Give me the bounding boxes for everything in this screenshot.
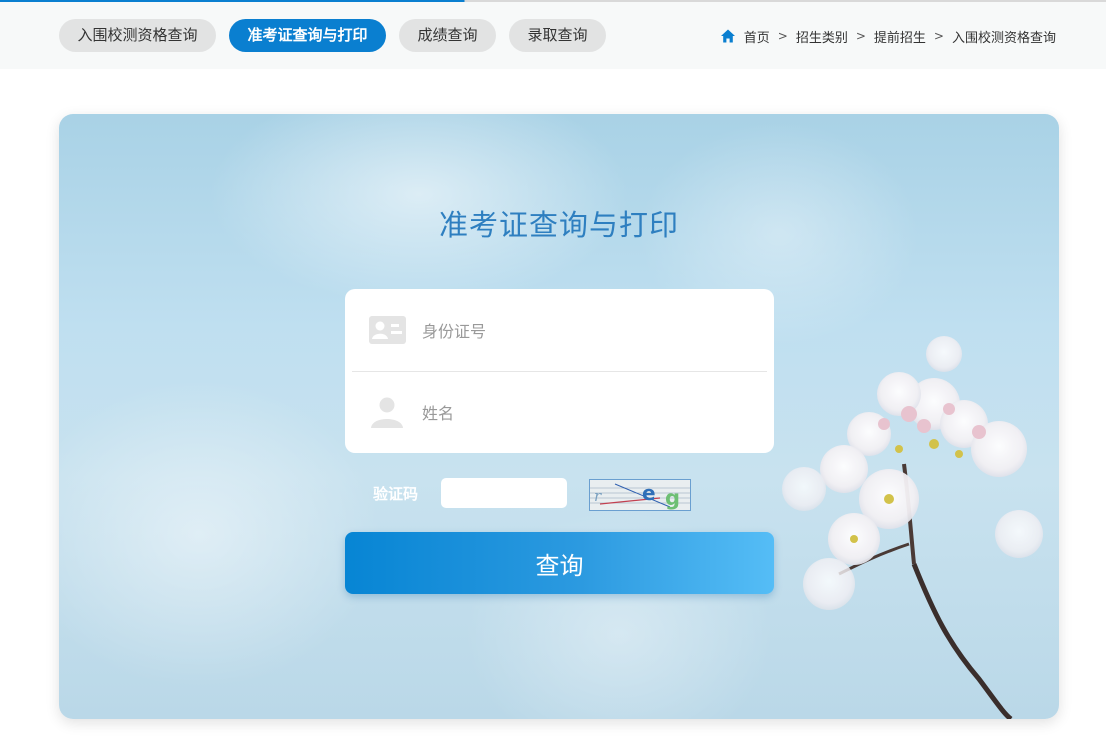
tab-qualification-query[interactable]: 入围校测资格查询 [59,19,216,52]
name-field[interactable]: 姓名 [345,371,774,453]
id-card-icon [369,314,407,346]
breadcrumb: 首页 > 招生类别 > 提前招生 > 入围校测资格查询 [720,26,1056,46]
breadcrumb-current: 入围校测资格查询 [951,30,1056,46]
captcha-char-2: e [642,481,656,505]
cherry-blossom-image [782,336,1043,719]
captcha-char-1: r [594,487,602,505]
home-icon[interactable] [720,28,736,44]
captcha-label: 验证码 [373,485,419,503]
id-number-placeholder: 身份证号 [422,322,487,341]
user-icon [369,396,407,428]
tab-admission-query[interactable]: 录取查询 [509,19,606,52]
breadcrumb-separator: > [933,29,944,43]
tab-admission-ticket[interactable]: 准考证查询与打印 [229,19,386,52]
page-title: 准考证查询与打印 [438,208,679,242]
query-button[interactable]: 查询 [345,532,774,594]
breadcrumb-early-admission[interactable]: 提前招生 [874,27,926,46]
breadcrumb-category[interactable]: 招生类别 [796,27,848,46]
breadcrumb-separator: > [855,29,866,43]
name-placeholder: 姓名 [422,404,455,423]
breadcrumb-separator: > [777,29,788,43]
id-number-field[interactable]: 身份证号 [345,289,774,371]
breadcrumb-home[interactable]: 首页 [744,27,770,46]
captcha-input[interactable] [441,478,567,508]
top-navigation-bar: 入围校测资格查询 准考证查询与打印 成绩查询 录取查询 首页 > 招生类别 > … [0,2,1106,69]
tab-score-query[interactable]: 成绩查询 [399,19,496,52]
query-panel: 准考证查询与打印 身份证号 姓名 验证码 r e g 查询 [59,114,1059,719]
captcha-char-3: g [665,486,680,510]
captcha-image[interactable]: r e g [589,479,691,511]
login-form-card: 身份证号 姓名 [345,289,774,453]
